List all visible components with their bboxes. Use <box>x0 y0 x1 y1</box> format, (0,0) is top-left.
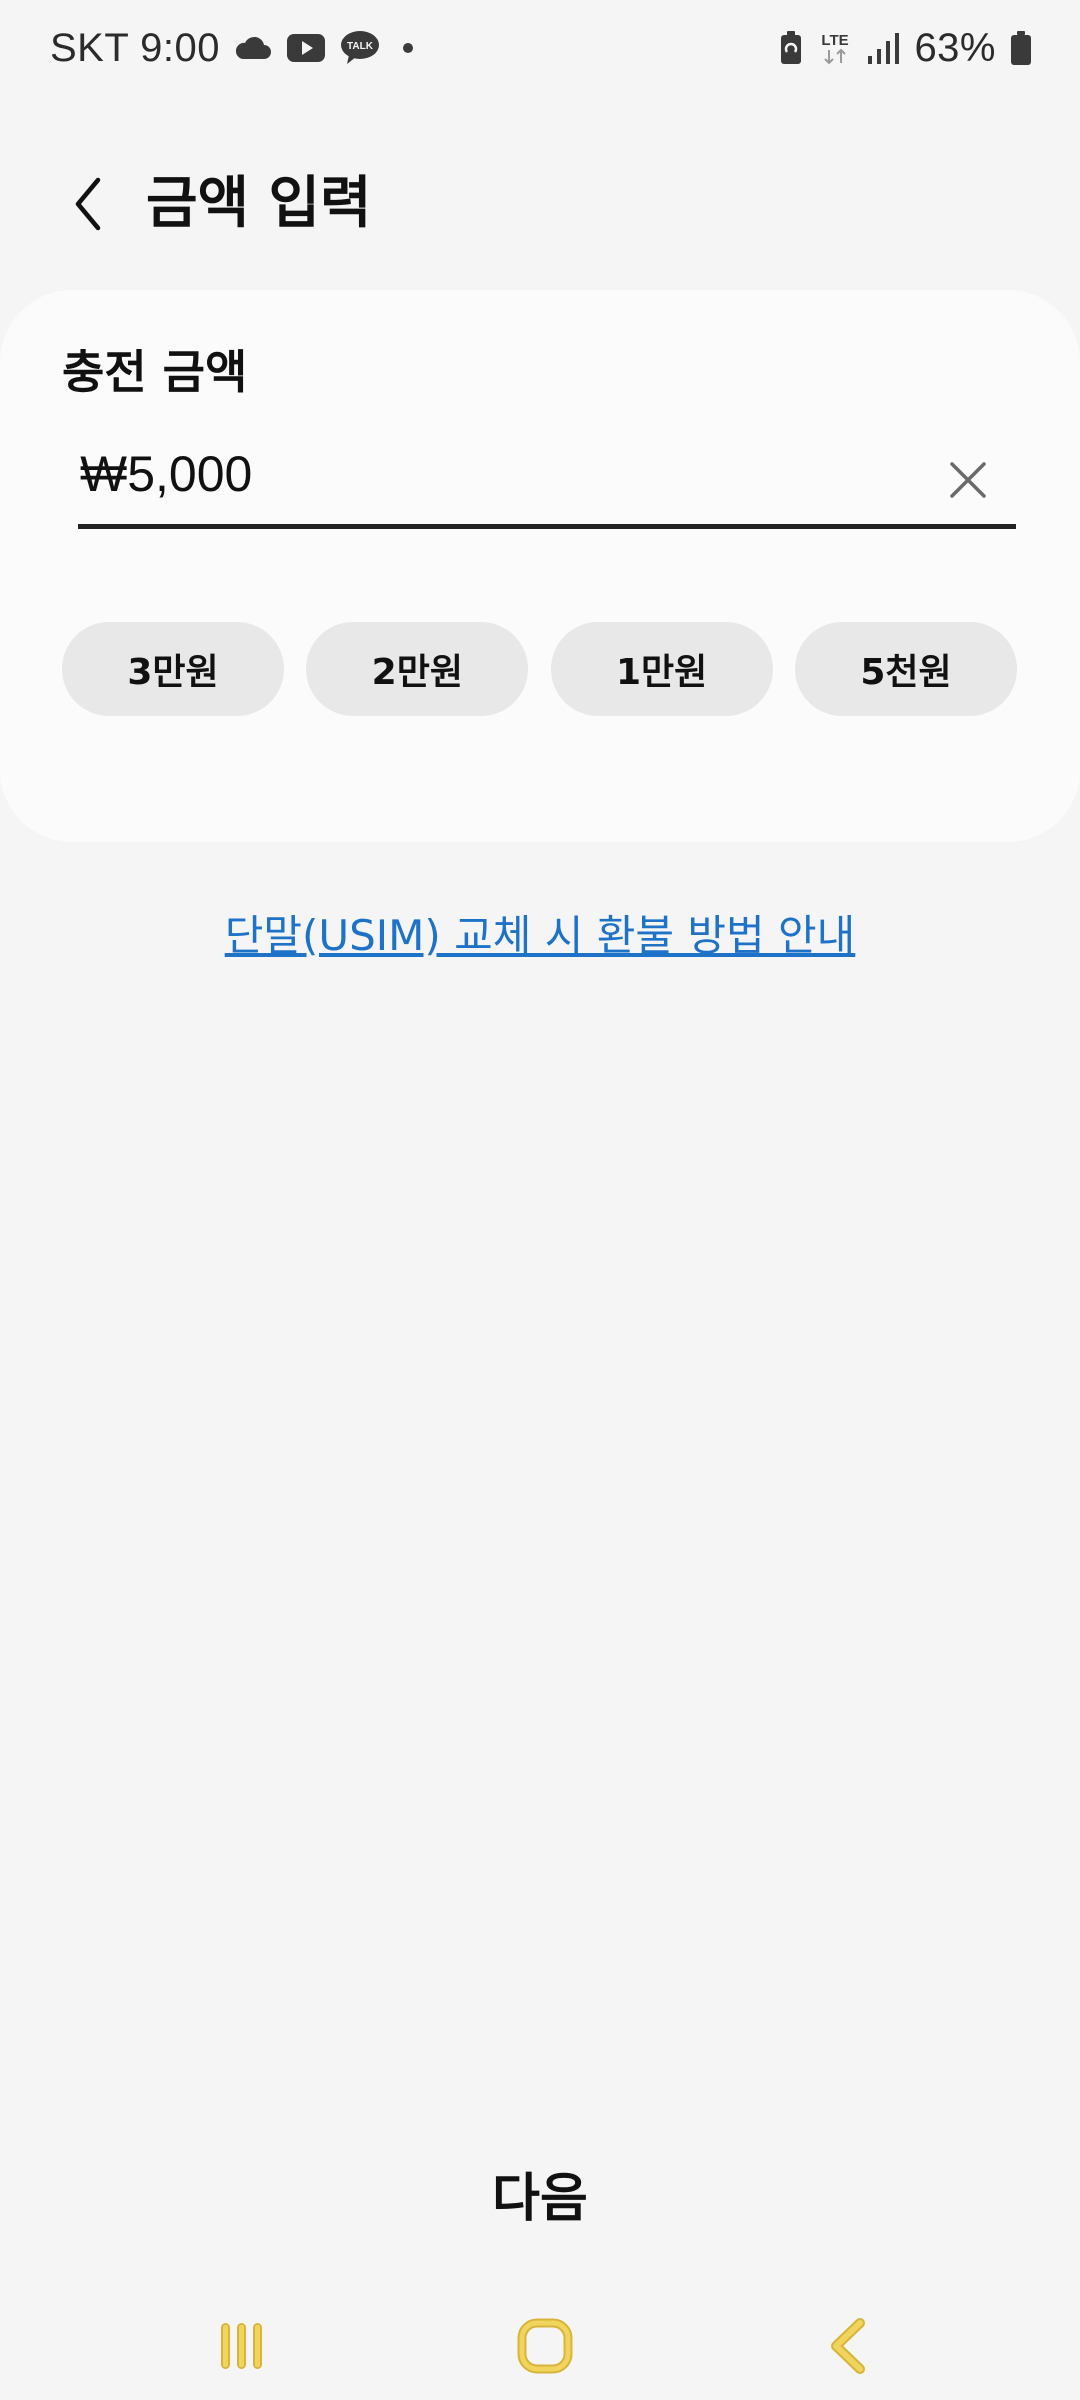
kakaotalk-icon: TALK <box>340 30 380 66</box>
amount-value[interactable]: ₩5,000 <box>80 442 252 506</box>
lte-label: LTE <box>822 32 849 49</box>
clear-button[interactable] <box>942 454 994 506</box>
cloud-icon <box>234 35 272 61</box>
status-left: SKT 9:00 TALK <box>50 22 422 74</box>
home-button[interactable] <box>505 2306 585 2386</box>
recent-apps-icon <box>221 2323 262 2369</box>
system-back-button[interactable] <box>808 2306 888 2386</box>
dot-icon <box>394 41 422 55</box>
recent-apps-button[interactable] <box>202 2306 282 2386</box>
chip-5000[interactable]: 5천원 <box>794 622 1017 716</box>
youtube-icon <box>286 33 326 63</box>
chip-20000[interactable]: 2만원 <box>306 622 529 716</box>
back-button[interactable] <box>52 168 124 240</box>
back-icon <box>831 2318 865 2374</box>
lte-icon: LTE <box>818 30 852 66</box>
status-bar: SKT 9:00 TALK LTE 63% <box>0 0 1080 96</box>
header: 금액 입력 <box>0 150 1080 260</box>
chip-10000[interactable]: 1만원 <box>550 622 773 716</box>
battery-percent: 63% <box>914 25 996 70</box>
page-title: 금액 입력 <box>146 171 372 236</box>
status-right: LTE 63% <box>778 22 1032 74</box>
battery-saver-icon <box>778 30 804 66</box>
refund-guide-link[interactable]: 단말(USIM) 교체 시 환불 방법 안내 <box>0 906 1080 966</box>
amount-input[interactable]: ₩5,000 <box>78 440 1016 529</box>
chevron-left-icon <box>75 177 101 231</box>
talk-label: TALK <box>347 41 374 52</box>
navigation-bar <box>0 2290 1080 2400</box>
charge-amount-label: 충전 금액 <box>62 345 248 399</box>
close-icon <box>950 462 986 498</box>
charge-amount-card: 충전 금액 ₩5,000 3만원 2만원 1만원 5천원 <box>0 290 1080 842</box>
quick-amount-chips: 3만원 2만원 1만원 5천원 <box>62 622 1017 716</box>
battery-icon <box>1010 30 1032 66</box>
next-button[interactable]: 다음 <box>340 2160 740 2238</box>
signal-icon <box>866 32 900 64</box>
carrier-time: SKT 9:00 <box>50 25 221 70</box>
home-icon <box>517 2318 573 2374</box>
chip-30000[interactable]: 3만원 <box>62 622 284 716</box>
